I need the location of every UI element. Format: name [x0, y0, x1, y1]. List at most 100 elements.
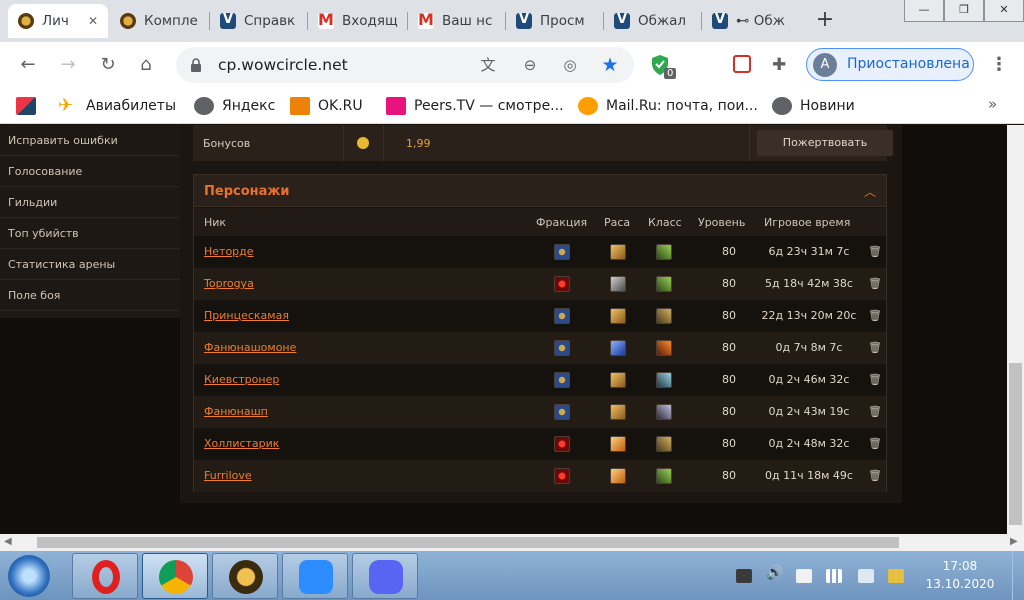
bonus-row: Бонусов 1,99 Пожертвовать	[193, 125, 893, 161]
trash-icon[interactable]: 🗑	[868, 245, 882, 258]
discord-tray-icon[interactable]	[736, 569, 752, 583]
vertical-scrollbar[interactable]	[1007, 125, 1024, 534]
close-icon[interactable]: ✕	[84, 12, 102, 30]
character-link[interactable]: Холлистарик	[204, 437, 279, 450]
bookmark-okru[interactable]: OK.RU	[290, 96, 363, 116]
trash-icon[interactable]: 🗑	[868, 373, 882, 386]
trash-icon[interactable]: 🗑	[868, 277, 882, 290]
scroll-left-icon[interactable]: ◀	[4, 536, 12, 547]
bookmark-novini[interactable]: Новини	[772, 96, 855, 116]
gmail-icon	[418, 10, 434, 29]
scrollbar-thumb[interactable]	[37, 537, 899, 548]
tab[interactable]: Входящ	[308, 4, 408, 38]
level: 80	[722, 373, 736, 386]
character-link[interactable]: Toprogya	[204, 277, 254, 290]
wow-taskbar-button[interactable]	[212, 553, 278, 599]
donate-button[interactable]: Пожертвовать	[757, 130, 893, 156]
character-link[interactable]: Киевстронер	[204, 373, 279, 386]
scroll-right-icon[interactable]: ▶	[1010, 536, 1018, 547]
trash-icon[interactable]: 🗑	[868, 341, 882, 354]
trash-icon[interactable]: 🗑	[868, 437, 882, 450]
character-link[interactable]: Неторде	[204, 245, 254, 258]
horizontal-scrollbar[interactable]: ◀ ▶	[0, 534, 1024, 551]
sidebar: Исправить ошибки Голосование Гильдии Топ…	[0, 125, 180, 318]
mk-icon	[16, 97, 36, 115]
character-link[interactable]: Furrilove	[204, 469, 252, 482]
forward-button[interactable]: →	[56, 53, 80, 77]
sidebar-item-battleground[interactable]: Поле боя	[0, 280, 180, 311]
tab[interactable]: Просм	[506, 4, 604, 38]
bookmark-yandex[interactable]: Яндекс	[194, 96, 275, 116]
alliance-icon	[554, 244, 570, 260]
sidebar-item-voting[interactable]: Голосование	[0, 156, 180, 187]
minimize-button[interactable]: —	[904, 0, 944, 22]
characters-panel-header[interactable]: Персонажи ︿	[194, 175, 886, 207]
character-link[interactable]: Фанюнашомоне	[204, 341, 296, 354]
chrome-taskbar-button[interactable]	[142, 553, 208, 599]
maximize-button[interactable]: ❐	[944, 0, 984, 22]
horde-icon	[554, 276, 570, 292]
translate-icon[interactable]: 文	[478, 55, 498, 75]
table-row: Фанюнашомоне 80 0д 7ч 8м 7с 🗑	[194, 332, 886, 364]
sidebar-item-arena-stats[interactable]: Статистика арены	[0, 249, 180, 280]
table-row: Принцескамая 80 22д 13ч 20м 20с 🗑	[194, 300, 886, 332]
address-bar[interactable]: cp.wowcircle.net 文 ⊖ ◎ ★	[176, 47, 634, 83]
tab[interactable]: Компле	[110, 4, 210, 38]
trash-icon[interactable]: 🗑	[868, 405, 882, 418]
battery-icon[interactable]	[796, 569, 812, 583]
home-button[interactable]: ⌂	[134, 53, 158, 77]
plane-icon: ✈	[58, 95, 74, 116]
bookmark-star-icon[interactable]: ★	[600, 55, 620, 75]
playtime: 22д 13ч 20м 20с	[761, 309, 857, 322]
trash-icon[interactable]: 🗑	[868, 309, 882, 322]
sidebar-item-fix-errors[interactable]: Исправить ошибки	[0, 125, 180, 156]
column-header-playtime: Игровое время	[764, 216, 851, 229]
chevron-up-icon[interactable]: ︿	[864, 183, 876, 200]
globe-icon	[772, 97, 792, 115]
tab[interactable]: Ваш нс	[408, 4, 506, 38]
panel-title: Персонажи	[204, 184, 290, 199]
table-row: Киевстронер 80 0д 2ч 46м 32с 🗑	[194, 364, 886, 396]
scrollbar-thumb[interactable]	[1009, 363, 1022, 525]
table-header: Ник Фракция Раса Класс Уровень Игровое в…	[194, 208, 886, 236]
tab[interactable]: ⊷ Обж	[702, 4, 800, 38]
bookmark-aviabilety[interactable]: ✈ Авиабилеты	[58, 96, 176, 116]
new-tab-button[interactable]: +	[812, 8, 838, 34]
taskbar-clock[interactable]: 17:08 13.10.2020	[920, 557, 1000, 593]
tab-title: Входящ	[342, 13, 398, 29]
network-error-icon[interactable]	[858, 569, 874, 583]
reload-button[interactable]: ↻	[96, 53, 120, 77]
menu-kebab-icon[interactable]: ⋮	[990, 53, 1008, 77]
sidebar-item-guilds[interactable]: Гильдии	[0, 187, 180, 218]
main-content: Бонусов 1,99 Пожертвовать Персонажи ︿ Ни…	[180, 125, 902, 503]
shield-extension-icon[interactable]: 0	[650, 54, 677, 79]
tab[interactable]: Справк	[210, 4, 308, 38]
profile-button[interactable]: A Приостановлена	[806, 48, 974, 81]
character-link[interactable]: Принцескамая	[204, 309, 289, 322]
zoom-icon[interactable]: ⊖	[520, 55, 540, 75]
extensions-puzzle-icon[interactable]: ✚	[772, 55, 792, 75]
trash-icon[interactable]: 🗑	[868, 469, 882, 482]
alliance-icon	[554, 340, 570, 356]
zoom-taskbar-button[interactable]	[282, 553, 348, 599]
bookmarks-overflow-icon[interactable]: »	[988, 95, 997, 113]
sidebar-item-top-kills[interactable]: Топ убийств	[0, 218, 180, 249]
opera-taskbar-button[interactable]	[72, 553, 138, 599]
character-link[interactable]: Фанюнашп	[204, 405, 268, 418]
signal-icon[interactable]	[826, 569, 842, 583]
column-header-class: Класс	[648, 216, 682, 229]
tab-active[interactable]: Лич ✕	[8, 4, 108, 38]
discord-taskbar-button[interactable]	[352, 553, 418, 599]
close-window-button[interactable]: ✕	[984, 0, 1024, 22]
volume-icon[interactable]: 🔊	[766, 565, 783, 581]
notification-icon[interactable]	[888, 569, 904, 583]
tab[interactable]: Обжал	[604, 4, 702, 38]
bookmark-mailru[interactable]: Mail.Ru: почта, пои...	[578, 96, 758, 116]
bookmark-extension-icon[interactable]	[733, 55, 751, 73]
tracking-blocked-icon[interactable]: ◎	[560, 55, 580, 75]
start-button[interactable]	[8, 555, 50, 597]
back-button[interactable]: ←	[16, 53, 40, 77]
bookmark-mk[interactable]	[16, 96, 44, 116]
bookmark-peerstv[interactable]: Peers.TV — смотре...	[386, 96, 564, 116]
show-desktop-button[interactable]	[1012, 551, 1024, 600]
